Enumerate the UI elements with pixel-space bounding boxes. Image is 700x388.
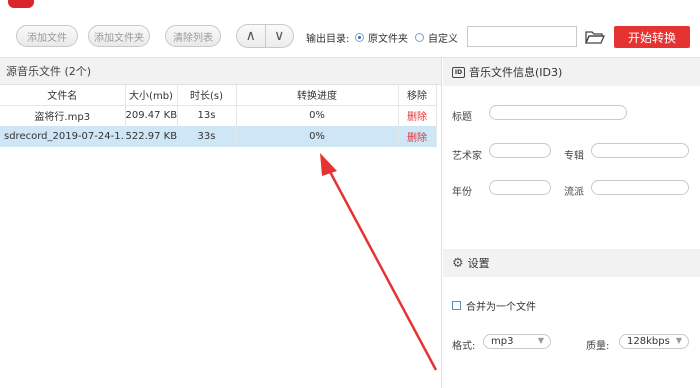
chevron-down-icon: ▼ <box>675 336 682 345</box>
duration-cell: 13s <box>177 105 237 126</box>
format-label: 格式: <box>452 341 476 352</box>
album-input[interactable] <box>591 143 689 158</box>
column-header: 转换进度 <box>236 85 399 106</box>
radio-original-folder[interactable]: 原文件夹 <box>355 30 408 45</box>
column-header: 时长(s) <box>177 85 237 106</box>
album-label: 专辑 <box>564 151 584 162</box>
column-header: 大小(mb) <box>125 85 178 106</box>
file-list-panel: 源音乐文件 (2个) 文件名 大小(mb) 时长(s) 转换进度 移除 盗将行.… <box>0 58 442 388</box>
table-row[interactable]: 盗将行.mp3 209.47 KB 13s 0% 删除 <box>0 105 437 126</box>
progress-cell: 0% <box>236 105 399 126</box>
settings-title: 设置 <box>467 257 490 270</box>
artist-label: 艺术家 <box>452 151 482 162</box>
year-label: 年份 <box>452 187 472 198</box>
id3-panel-title: 音乐文件信息(ID3) <box>469 66 563 79</box>
column-header: 移除 <box>398 85 437 106</box>
title-bar <box>0 0 700 14</box>
app-logo <box>8 0 34 8</box>
format-value: mp3 <box>491 336 514 347</box>
folder-open-icon[interactable] <box>585 29 605 45</box>
output-dir-label: 输出目录: <box>306 34 350 45</box>
move-up-button[interactable]: ∧ <box>237 25 266 47</box>
radio-original-label: 原文件夹 <box>368 34 408 45</box>
quality-label: 质量: <box>586 341 610 352</box>
toolbar: 添加文件 添加文件夹 清除列表 ∧ ∨ 输出目录: 原文件夹 自定义 开始转换 <box>0 14 700 58</box>
start-convert-button[interactable]: 开始转换 <box>614 26 690 48</box>
gear-icon: ⚙ <box>452 255 464 271</box>
chevron-down-icon: ▼ <box>537 336 544 345</box>
artist-input[interactable] <box>489 143 551 158</box>
column-header: 文件名 <box>0 85 126 106</box>
genre-label: 流派 <box>564 187 584 198</box>
checkbox-icon <box>452 301 461 310</box>
year-input[interactable] <box>489 180 551 195</box>
settings-header: ⚙ 设置 <box>443 249 700 277</box>
radio-dot-icon <box>355 33 364 42</box>
radio-custom-folder[interactable]: 自定义 <box>415 30 458 45</box>
format-select[interactable]: mp3 ▼ <box>483 334 551 349</box>
id3-info-panel: ID 音乐文件信息(ID3) 标题 艺术家 专辑 年份 流派 ⚙ 设置 合并为一… <box>443 58 700 388</box>
quality-value: 128kbps <box>627 336 670 347</box>
clear-list-button[interactable]: 清除列表 <box>165 25 221 47</box>
remove-link[interactable]: 删除 <box>398 126 437 147</box>
output-path-input[interactable] <box>467 26 577 47</box>
quality-select[interactable]: 128kbps ▼ <box>619 334 689 349</box>
id3-panel-header: ID 音乐文件信息(ID3) <box>443 58 700 86</box>
file-size-cell: 209.47 KB <box>125 105 178 126</box>
radio-dot-icon <box>415 33 424 42</box>
genre-input[interactable] <box>591 180 689 195</box>
remove-link[interactable]: 删除 <box>398 105 437 126</box>
duration-cell: 33s <box>177 126 237 147</box>
table-row[interactable]: sdrecord_2019-07-24-1... 522.97 KB 33s 0… <box>0 126 437 147</box>
file-table: 文件名 大小(mb) 时长(s) 转换进度 移除 盗将行.mp3 209.47 … <box>0 85 437 147</box>
add-folder-button[interactable]: 添加文件夹 <box>88 25 150 47</box>
file-name-cell: sdrecord_2019-07-24-1... <box>0 126 126 147</box>
move-down-button[interactable]: ∨ <box>266 25 294 47</box>
title-input[interactable] <box>489 105 627 120</box>
file-size-cell: 522.97 KB <box>125 126 178 147</box>
id-badge-icon: ID <box>452 66 465 78</box>
title-label: 标题 <box>452 112 472 123</box>
radio-custom-label: 自定义 <box>428 34 458 45</box>
add-file-button[interactable]: 添加文件 <box>16 25 78 47</box>
merge-checkbox[interactable]: 合并为一个文件 <box>452 298 536 313</box>
file-name-cell: 盗将行.mp3 <box>0 105 126 126</box>
file-list-title: 源音乐文件 (2个) <box>0 58 441 85</box>
move-arrows: ∧ ∨ <box>236 24 294 48</box>
merge-label: 合并为一个文件 <box>466 302 536 313</box>
table-header-row: 文件名 大小(mb) 时长(s) 转换进度 移除 <box>0 85 437 106</box>
progress-cell: 0% <box>236 126 399 147</box>
